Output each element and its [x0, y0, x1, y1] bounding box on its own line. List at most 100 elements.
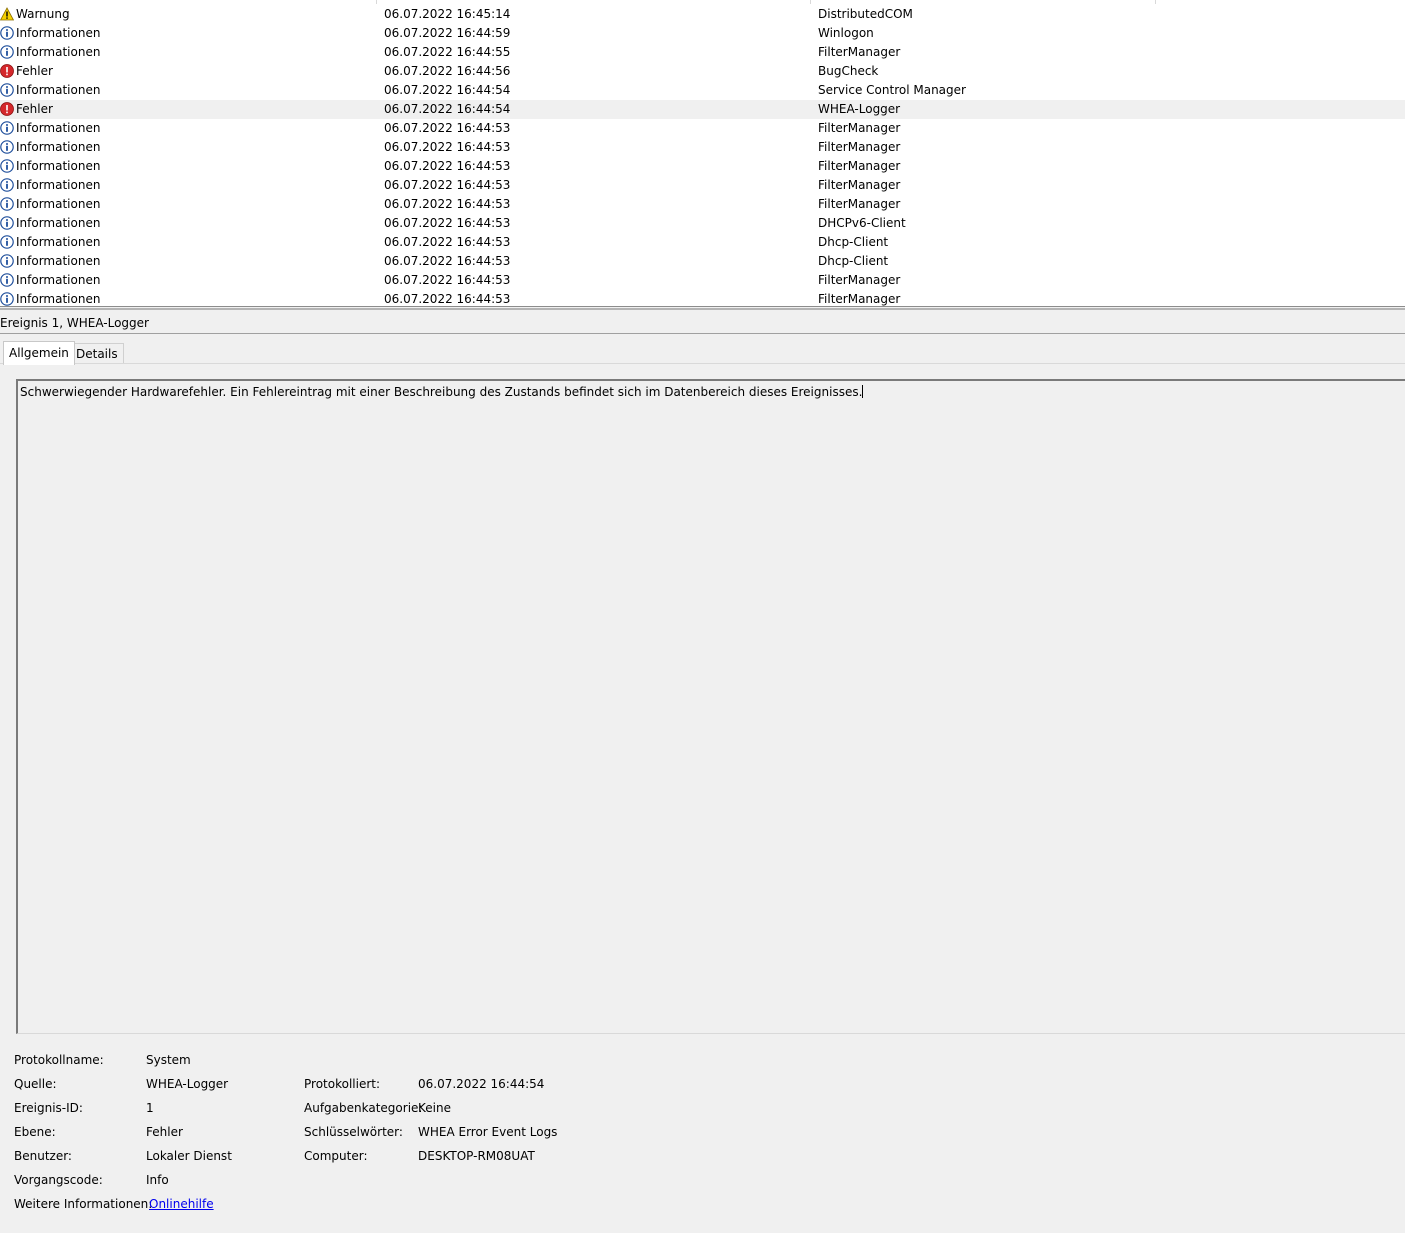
event-id-label: Ereignis-ID:	[14, 1101, 83, 1115]
source-value: WHEA-Logger	[146, 1077, 229, 1091]
date-cell: 06.07.2022 16:44:53	[384, 197, 511, 211]
detail-tabs: Allgemein Details	[0, 341, 1405, 365]
info-icon	[0, 273, 14, 287]
table-row[interactable]: Informationen 06.07.2022 16:44:59 Winlogon	[0, 24, 1405, 43]
table-row[interactable]: Informationen 06.07.2022 16:44:53 FilterMa…	[0, 271, 1405, 290]
level-cell: Informationen	[16, 178, 101, 192]
table-row[interactable]: Informationen 06.07.2022 16:44:53 FilterMa…	[0, 157, 1405, 176]
date-cell: 06.07.2022 16:44:53	[384, 121, 511, 135]
source-label: Quelle:	[14, 1077, 57, 1091]
info-icon	[0, 178, 14, 192]
date-cell: 06.07.2022 16:44:54	[384, 83, 511, 97]
table-row[interactable]: Informationen 06.07.2022 16:44:53 FilterMa…	[0, 195, 1405, 214]
date-cell: 06.07.2022 16:44:53	[384, 178, 511, 192]
keywords-value: WHEA Error Event Logs	[418, 1125, 558, 1139]
source-cell: FilterManager	[818, 140, 901, 154]
level-cell: Informationen	[16, 235, 101, 249]
level-cell: Informationen	[16, 26, 101, 40]
info-icon	[0, 254, 14, 268]
source-cell: Winlogon	[818, 26, 874, 40]
keywords-label: Schlüsselwörter:	[304, 1125, 403, 1139]
task-category-value: Keine	[418, 1101, 451, 1115]
level-cell: Informationen	[16, 83, 101, 97]
table-row[interactable]: Informationen 06.07.2022 16:44:53 FilterMa…	[0, 138, 1405, 157]
event-detail-title: Ereignis 1, WHEA-Logger	[0, 316, 149, 330]
info-icon	[0, 26, 14, 40]
date-cell: 06.07.2022 16:44:53	[384, 235, 511, 249]
source-cell: FilterManager	[818, 197, 901, 211]
online-help-link[interactable]: Onlinehilfe	[149, 1196, 214, 1212]
table-row[interactable]: Informationen 06.07.2022 16:44:54 Service …	[0, 81, 1405, 100]
level-cell: Informationen	[16, 254, 101, 268]
level-cell: Fehler	[16, 102, 53, 116]
table-row[interactable]: Informationen 06.07.2022 16:44:53 DHCPv6-C…	[0, 214, 1405, 233]
pane-splitter[interactable]	[0, 308, 1405, 310]
source-cell: FilterManager	[818, 45, 901, 59]
table-row[interactable]: Warnung 06.07.2022 16:45:14 DistributedCOM	[0, 5, 1405, 24]
date-cell: 06.07.2022 16:44:53	[384, 292, 511, 306]
source-cell: Service Control Manager	[818, 83, 966, 97]
info-icon	[0, 235, 14, 249]
date-cell: 06.07.2022 16:44:56	[384, 64, 511, 78]
warning-icon	[0, 7, 15, 21]
level-label: Ebene:	[14, 1125, 56, 1139]
column-separator	[810, 0, 811, 4]
table-row[interactable]: Fehler 06.07.2022 16:44:56 BugCheck	[0, 62, 1405, 81]
level-cell: Fehler	[16, 64, 53, 78]
level-cell: Informationen	[16, 273, 101, 287]
error-icon	[0, 102, 14, 116]
task-category-label: Aufgabenkategorie:	[304, 1101, 423, 1115]
level-cell: Informationen	[16, 121, 101, 135]
date-cell: 06.07.2022 16:44:53	[384, 254, 511, 268]
computer-label: Computer:	[304, 1149, 368, 1163]
date-cell: 06.07.2022 16:44:54	[384, 102, 511, 116]
info-icon	[0, 159, 14, 173]
info-icon	[0, 292, 14, 306]
event-description-box[interactable]: Schwerwiegender Hardwarefehler. Ein Fehl…	[16, 379, 1405, 1034]
opcode-label: Vorgangscode:	[14, 1173, 103, 1187]
source-cell: FilterManager	[818, 121, 901, 135]
source-cell: DistributedCOM	[818, 7, 913, 21]
level-cell: Informationen	[16, 45, 101, 59]
table-row[interactable]: Informationen 06.07.2022 16:44:53 FilterMa…	[0, 119, 1405, 138]
level-cell: Informationen	[16, 197, 101, 211]
info-icon	[0, 45, 14, 59]
date-cell: 06.07.2022 16:44:53	[384, 216, 511, 230]
info-icon	[0, 121, 14, 135]
event-list[interactable]: Warnung 06.07.2022 16:45:14 DistributedCOM…	[0, 0, 1405, 307]
level-cell: Warnung	[16, 7, 70, 21]
log-name-value: System	[146, 1053, 191, 1067]
info-icon	[0, 83, 14, 97]
info-icon	[0, 140, 14, 154]
table-row[interactable]: Informationen 06.07.2022 16:44:53 FilterMa…	[0, 290, 1405, 306]
date-cell: 06.07.2022 16:44:53	[384, 273, 511, 287]
table-row[interactable]: Informationen 06.07.2022 16:44:53 Dhcp-Cli…	[0, 252, 1405, 271]
source-cell: DHCPv6-Client	[818, 216, 906, 230]
tab-allgemein[interactable]: Allgemein	[3, 341, 75, 365]
more-info-label: Weitere Informationen:	[14, 1197, 153, 1211]
info-icon	[0, 197, 14, 211]
tab-details[interactable]: Details	[70, 343, 124, 364]
level-cell: Informationen	[16, 216, 101, 230]
column-separator	[1155, 0, 1156, 4]
date-cell: 06.07.2022 16:44:53	[384, 140, 511, 154]
divider	[0, 363, 1405, 364]
event-description-text: Schwerwiegender Hardwarefehler. Ein Fehl…	[20, 385, 863, 399]
user-label: Benutzer:	[14, 1149, 72, 1163]
divider	[0, 333, 1405, 334]
opcode-value: Info	[146, 1173, 169, 1187]
table-row[interactable]: Informationen 06.07.2022 16:44:55 FilterMa…	[0, 43, 1405, 62]
column-separator	[376, 0, 377, 4]
table-row[interactable]: Fehler 06.07.2022 16:44:54 WHEA-Logger	[0, 100, 1405, 119]
date-cell: 06.07.2022 16:44:59	[384, 26, 511, 40]
source-cell: WHEA-Logger	[818, 102, 901, 116]
source-cell: FilterManager	[818, 159, 901, 173]
table-row[interactable]: Informationen 06.07.2022 16:44:53 Dhcp-Cli…	[0, 233, 1405, 252]
level-value: Fehler	[146, 1125, 183, 1139]
computer-value: DESKTOP-RM08UAT	[418, 1149, 535, 1163]
source-cell: Dhcp-Client	[818, 235, 889, 249]
source-cell: BugCheck	[818, 64, 879, 78]
date-cell: 06.07.2022 16:45:14	[384, 7, 511, 21]
table-row[interactable]: Informationen 06.07.2022 16:44:53 FilterMa…	[0, 176, 1405, 195]
source-cell: FilterManager	[818, 292, 901, 306]
